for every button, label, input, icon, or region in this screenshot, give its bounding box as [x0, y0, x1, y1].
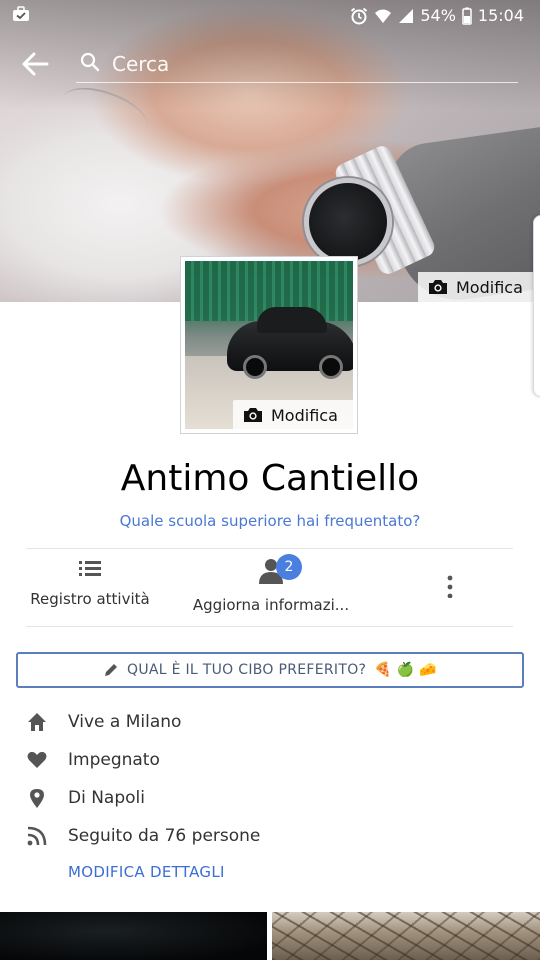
- detail-from: Di Napoli: [26, 786, 145, 810]
- search-bar[interactable]: [76, 46, 518, 83]
- edit-details-link[interactable]: MODIFICA DETTAGLI: [68, 863, 225, 881]
- update-info-button[interactable]: 2 Aggiorna informazi...: [186, 554, 356, 614]
- divider: [26, 626, 513, 627]
- more-vertical-icon: [447, 575, 453, 599]
- food-emojis: 🍕 🍏 🧀: [374, 662, 437, 678]
- watch-detail: [304, 178, 392, 266]
- battery-icon: [462, 7, 472, 25]
- update-info-label: Aggiorna informazi...: [192, 596, 350, 614]
- search-icon: [80, 52, 100, 72]
- cover-edit-label: Modifica: [456, 277, 523, 297]
- school-prompt-link[interactable]: Quale scuola superiore hai frequentato?: [0, 512, 540, 530]
- briefcase-check-icon: [13, 6, 29, 21]
- camera-icon: [244, 408, 262, 422]
- detail-text: Seguito da 76 persone: [68, 826, 261, 846]
- side-drawer-handle[interactable]: [533, 215, 540, 397]
- photo-thumbnail[interactable]: [0, 912, 267, 960]
- status-bar: 54% 15:04: [0, 0, 540, 32]
- alarm-icon: [351, 7, 368, 25]
- search-input[interactable]: [110, 48, 494, 80]
- notification-badge: 2: [276, 554, 302, 580]
- car-wheel: [243, 355, 267, 379]
- activity-log-label: Registro attività: [30, 590, 150, 608]
- signal-icon: [399, 9, 414, 23]
- photo-thumbnail[interactable]: [272, 912, 540, 960]
- profile-picture-edit-label: Modifica: [271, 405, 338, 425]
- activity-log-button[interactable]: Registro attività: [22, 558, 158, 608]
- cover-edit-button[interactable]: Modifica: [418, 272, 540, 302]
- profile-name: Antimo Cantiello: [120, 458, 420, 499]
- rss-icon: [27, 826, 47, 846]
- wifi-icon: [375, 9, 392, 23]
- divider: [26, 548, 513, 549]
- more-options-button[interactable]: [436, 558, 464, 599]
- location-pin-icon: [30, 789, 44, 808]
- list-icon: [79, 561, 101, 576]
- home-icon: [28, 713, 46, 731]
- detail-lives-in: Vive a Milano: [26, 710, 181, 734]
- favorite-food-prompt[interactable]: QUAL È IL TUO CIBO PREFERITO? 🍕 🍏 🧀: [16, 652, 524, 688]
- car-image: [227, 307, 353, 379]
- clock-time: 15:04: [477, 6, 524, 25]
- favorite-food-text: QUAL È IL TUO CIBO PREFERITO?: [127, 662, 367, 678]
- detail-text: Impegnato: [68, 750, 160, 770]
- detail-followers[interactable]: Seguito da 76 persone: [26, 824, 260, 848]
- detail-relationship: Impegnato: [26, 748, 160, 772]
- detail-text: Vive a Milano: [68, 712, 182, 732]
- battery-percent: 54%: [420, 6, 456, 25]
- heart-icon: [27, 751, 47, 768]
- pencil-icon: [105, 664, 118, 676]
- profile-picture-edit-button[interactable]: Modifica: [233, 400, 355, 430]
- photo-texture: [272, 912, 540, 960]
- back-arrow-icon[interactable]: [20, 50, 50, 78]
- car-wheel: [319, 355, 343, 379]
- detail-text: Di Napoli: [68, 788, 145, 808]
- camera-icon: [429, 280, 447, 294]
